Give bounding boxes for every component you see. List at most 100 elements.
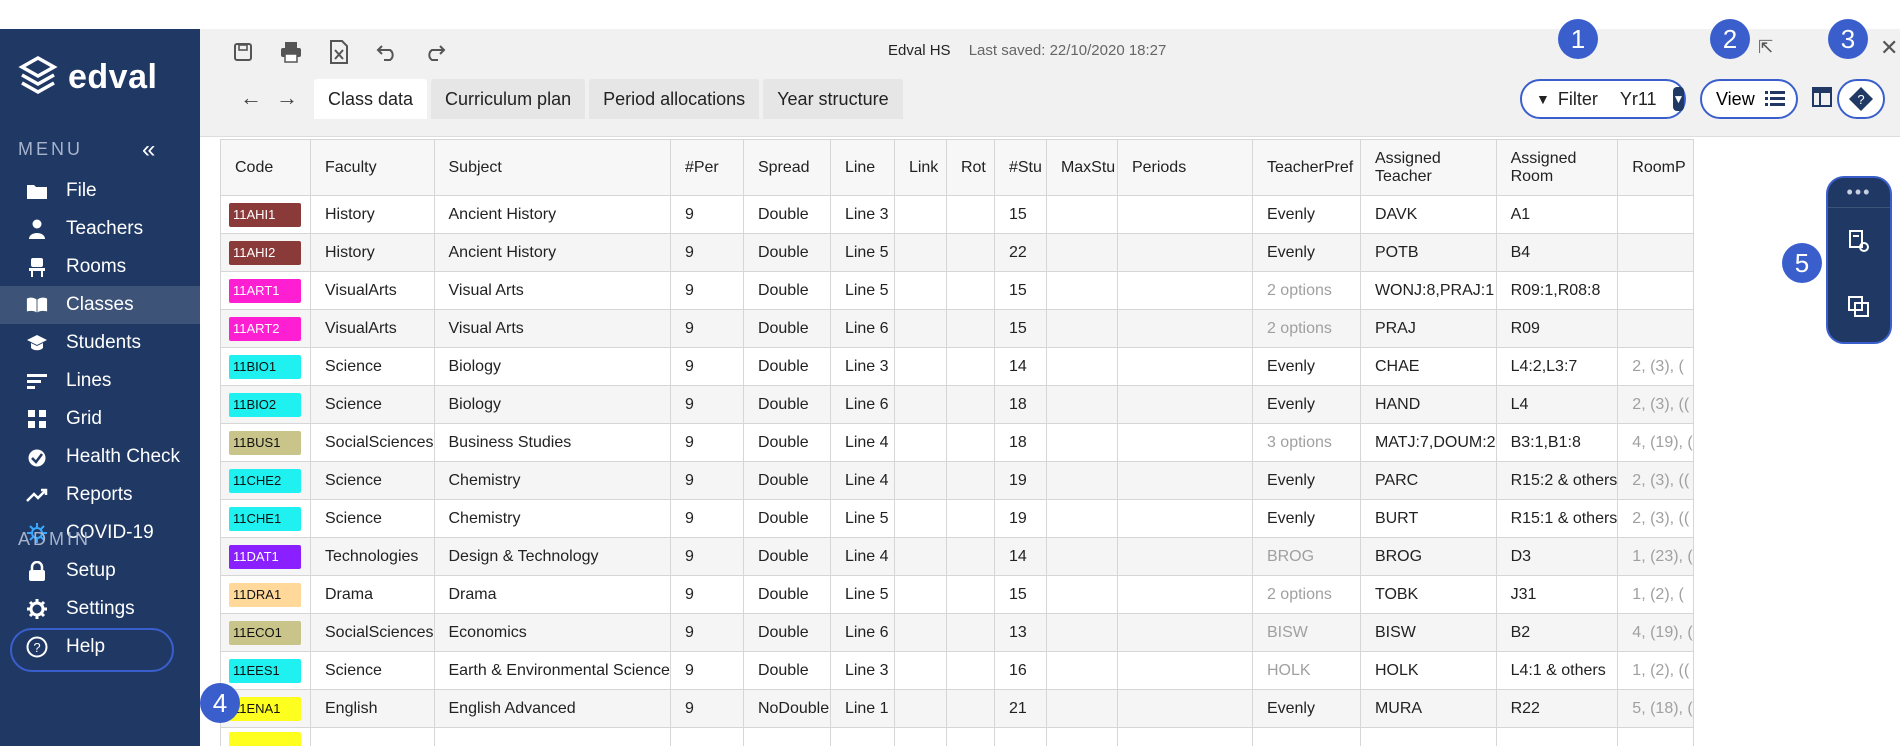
sidebar-item-settings[interactable]: Settings — [0, 590, 200, 628]
column-header[interactable]: Line — [829, 139, 895, 196]
table-cell[interactable]: CHAE — [1359, 347, 1497, 386]
table-cell[interactable] — [1045, 499, 1118, 538]
table-cell[interactable]: 14 — [993, 537, 1047, 576]
table-cell[interactable]: Line 3 — [829, 651, 895, 690]
table-cell[interactable]: MATJ:7,DOUM:2 — [1359, 423, 1497, 462]
tab-curriculum-plan[interactable]: Curriculum plan — [431, 79, 586, 119]
table-cell[interactable] — [1045, 309, 1118, 348]
column-header[interactable]: Periods — [1116, 139, 1253, 196]
table-cell[interactable]: 9 — [669, 347, 744, 386]
table-cell[interactable] — [1116, 195, 1253, 234]
collapse-sidebar-icon[interactable]: « — [142, 136, 155, 164]
table-cell[interactable]: 16 — [993, 651, 1047, 690]
table-cell[interactable] — [945, 689, 995, 728]
table-cell[interactable] — [1116, 271, 1253, 310]
table-cell[interactable]: 2, (3), ( — [1617, 347, 1694, 386]
table-cell[interactable] — [1617, 727, 1694, 746]
table-cell[interactable]: Science — [310, 347, 435, 386]
redo-icon[interactable] — [422, 39, 448, 65]
table-cell[interactable]: 13 — [993, 613, 1047, 652]
table-cell[interactable] — [945, 651, 995, 690]
sidebar-item-reports[interactable]: Reports — [0, 476, 200, 514]
table-cell[interactable]: 11CHE1 — [220, 499, 311, 538]
table-cell[interactable]: 2, (3), (( — [1617, 499, 1694, 538]
table-row[interactable]: 11DAT1 Technologies Design & Technology 9 Do… — [220, 537, 1694, 576]
table-cell[interactable]: 9 — [669, 461, 744, 500]
table-cell[interactable]: 9 — [669, 613, 744, 652]
table-cell[interactable]: HOLK — [1359, 651, 1497, 690]
table-cell[interactable]: Line 6 — [829, 385, 895, 424]
table-cell[interactable] — [1045, 461, 1118, 500]
refresh-document-button[interactable] — [1828, 208, 1890, 274]
table-cell[interactable]: Line 1 — [829, 689, 895, 728]
table-cell[interactable] — [1045, 689, 1118, 728]
table-cell[interactable] — [893, 347, 947, 386]
column-header[interactable]: Rot — [945, 139, 995, 196]
table-cell[interactable] — [1359, 727, 1497, 746]
table-cell[interactable] — [945, 423, 995, 462]
table-cell[interactable] — [1045, 651, 1118, 690]
table-cell[interactable]: Line 6 — [829, 309, 895, 348]
table-cell[interactable]: B3:1,B1:8 — [1495, 423, 1619, 462]
table-cell[interactable]: VisualArts — [310, 271, 435, 310]
table-cell[interactable]: 18 — [993, 385, 1047, 424]
table-cell[interactable] — [945, 461, 995, 500]
sidebar-item-setup[interactable]: Setup — [0, 552, 200, 590]
table-cell[interactable]: 9 — [669, 537, 744, 576]
table-cell[interactable] — [893, 727, 947, 746]
table-cell[interactable]: 9 — [669, 195, 744, 234]
table-cell[interactable]: English Advanced — [433, 689, 671, 728]
copy-button[interactable] — [1828, 274, 1890, 340]
table-cell[interactable]: 1, (23), ( — [1617, 537, 1694, 576]
sidebar-item-lines[interactable]: Lines — [0, 362, 200, 400]
table-row[interactable]: 11AHI1 History Ancient History 9 Double Line … — [220, 195, 1694, 234]
column-header[interactable]: Faculty — [310, 139, 435, 196]
table-cell[interactable]: Evenly — [1251, 233, 1361, 272]
table-cell[interactable] — [893, 309, 947, 348]
table-cell[interactable]: Double — [742, 233, 831, 272]
table-cell[interactable] — [945, 385, 995, 424]
table-cell[interactable] — [1495, 727, 1619, 746]
table-cell[interactable] — [1045, 233, 1118, 272]
table-cell[interactable] — [1045, 537, 1118, 576]
table-cell[interactable]: Biology — [433, 385, 671, 424]
table-cell[interactable] — [669, 727, 744, 746]
table-cell[interactable] — [945, 233, 995, 272]
tab-period-allocations[interactable]: Period allocations — [589, 79, 760, 119]
tab-year-structure[interactable]: Year structure — [763, 79, 903, 119]
table-cell[interactable]: Line 5 — [829, 271, 895, 310]
column-header[interactable]: RoomP — [1617, 139, 1694, 196]
table-cell[interactable]: Double — [742, 537, 831, 576]
table-cell[interactable]: Double — [742, 347, 831, 386]
table-cell[interactable]: Double — [742, 423, 831, 462]
table-cell[interactable] — [945, 727, 995, 746]
table-cell[interactable]: Double — [742, 575, 831, 614]
table-cell[interactable] — [1116, 727, 1253, 746]
table-cell[interactable]: R09:1,R08:8 — [1495, 271, 1619, 310]
table-cell[interactable]: VisualArts — [310, 309, 435, 348]
table-cell[interactable]: WONJ:8,PRAJ:1 — [1359, 271, 1497, 310]
table-cell[interactable] — [220, 727, 311, 746]
more-options-icon[interactable]: ••• — [1828, 178, 1890, 208]
sidebar-item-file[interactable]: File — [0, 172, 200, 210]
table-cell[interactable]: 15 — [993, 575, 1047, 614]
table-cell[interactable]: B2 — [1495, 613, 1619, 652]
table-cell[interactable]: 18 — [993, 423, 1047, 462]
table-cell[interactable]: Evenly — [1251, 689, 1361, 728]
table-cell[interactable]: Line 5 — [829, 575, 895, 614]
table-cell[interactable]: 4, (19), ( — [1617, 613, 1694, 652]
table-cell[interactable]: A1 — [1495, 195, 1619, 234]
table-cell[interactable]: R09 — [1495, 309, 1619, 348]
table-cell[interactable] — [893, 385, 947, 424]
table-cell[interactable]: 9 — [669, 233, 744, 272]
table-cell[interactable]: Business Studies — [433, 423, 671, 462]
table-cell[interactable] — [1617, 195, 1694, 234]
table-cell[interactable]: BISW — [1359, 613, 1497, 652]
table-cell[interactable]: Design & Technology — [433, 537, 671, 576]
column-header[interactable]: #Per — [669, 139, 744, 196]
table-cell[interactable]: Line 5 — [829, 233, 895, 272]
table-cell[interactable]: 9 — [669, 575, 744, 614]
table-row[interactable]: 11BIO1 Science Biology 9 Double Line 3 14 Evenl… — [220, 347, 1694, 386]
table-row[interactable]: 11ECO1 SocialSciences Economics 9 Double Line… — [220, 613, 1694, 652]
table-cell[interactable]: English — [310, 689, 435, 728]
